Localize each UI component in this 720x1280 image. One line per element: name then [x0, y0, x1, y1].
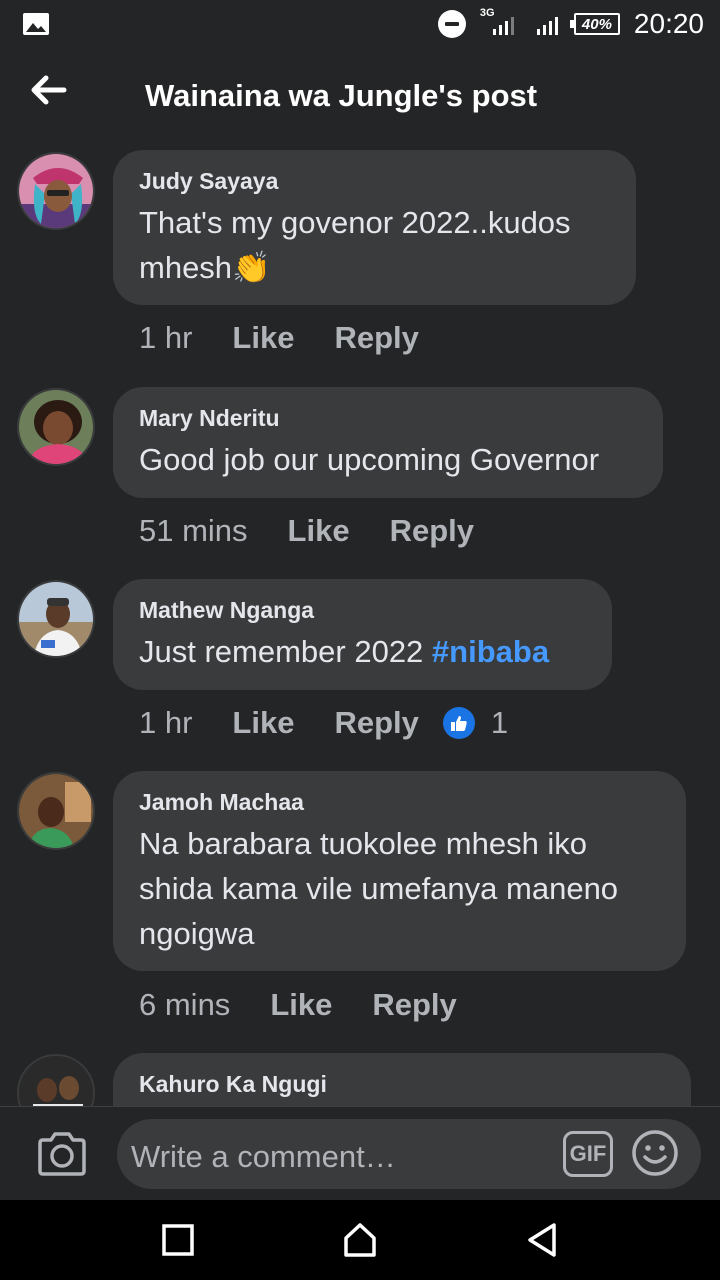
comment-bubble[interactable]: Judy Sayaya That's my govenor 2022..kudo…	[113, 150, 636, 305]
comment-time: 6 mins	[139, 987, 231, 1022]
comment-bubble[interactable]: Jamoh Machaa Na barabara tuokolee mhesh …	[113, 771, 686, 971]
signal-strength-icon	[530, 9, 560, 39]
comment-actions: 51 mins Like Reply	[139, 513, 474, 549]
reply-button[interactable]: Reply	[372, 987, 456, 1023]
comment-author[interactable]: Mathew Nganga	[139, 597, 586, 623]
comment-actions: 6 mins Like Reply	[139, 987, 457, 1023]
avatar[interactable]	[17, 388, 95, 466]
comment-actions: 1 hr Like Reply	[139, 320, 419, 356]
status-bar: 3G 40% 20:20	[0, 0, 720, 50]
avatar[interactable]	[17, 1054, 95, 1106]
comment-text: That's my govenor 2022..kudos mhesh👏	[139, 205, 571, 285]
comment-author[interactable]: Judy Sayaya	[139, 168, 610, 194]
back-arrow-icon[interactable]	[28, 74, 68, 106]
comments-list: Judy Sayaya That's my govenor 2022..kudo…	[0, 140, 720, 1106]
mobile-signal-3g-icon: 3G	[480, 7, 516, 39]
clock: 20:20	[633, 8, 704, 39]
battery-indicator: 40%	[569, 13, 620, 35]
comment-time: 1 hr	[139, 320, 193, 355]
like-button[interactable]: Like	[270, 987, 332, 1023]
comment-bubble[interactable]: Mathew Nganga Just remember 2022 #nibaba	[113, 579, 612, 690]
system-navigation-bar	[0, 1200, 720, 1280]
comment-text: Just remember 2022 #nibaba	[139, 634, 550, 669]
reply-button[interactable]: Reply	[334, 320, 418, 356]
comment-bubble[interactable]: Mary Nderitu Good job our upcoming Gover…	[113, 387, 663, 498]
hashtag-link[interactable]: #nibaba	[432, 634, 549, 669]
like-button[interactable]: Like	[232, 320, 294, 356]
like-button[interactable]: Like	[288, 513, 350, 549]
home-icon[interactable]	[342, 1222, 378, 1258]
reaction-summary[interactable]: 1	[442, 705, 509, 741]
reply-button[interactable]: Reply	[390, 513, 474, 549]
comment-actions: 1 hr Like Reply 1	[139, 705, 508, 741]
emoji-smiley-icon[interactable]	[631, 1129, 679, 1177]
comment-input-placeholder: Write a comment…	[131, 1139, 396, 1174]
comment-text: Na barabara tuokolee mhesh iko shida kam…	[139, 826, 619, 951]
back-nav-icon[interactable]	[524, 1222, 560, 1258]
reply-button[interactable]: Reply	[334, 705, 418, 741]
comment-author[interactable]: Kahuro Ka Ngugi	[139, 1071, 665, 1097]
do-not-disturb-icon	[437, 10, 466, 38]
comment-time: 51 mins	[139, 513, 248, 548]
avatar[interactable]	[17, 772, 95, 850]
comment-time: 1 hr	[139, 705, 193, 740]
comment-text: Good job our upcoming Governor	[139, 442, 600, 477]
recent-apps-icon[interactable]	[160, 1222, 196, 1258]
camera-icon[interactable]	[36, 1131, 88, 1177]
clapping-hands-emoji: 👏	[232, 250, 271, 285]
avatar[interactable]	[17, 152, 95, 230]
like-button[interactable]: Like	[232, 705, 294, 741]
gif-button[interactable]: GIF	[563, 1131, 613, 1177]
app-header: Wainaina wa Jungle's post	[0, 56, 720, 140]
comment-composer: Write a comment… GIF	[0, 1106, 720, 1200]
thumbs-up-icon	[442, 707, 475, 739]
avatar[interactable]	[17, 580, 95, 658]
page-title: Wainaina wa Jungle's post	[145, 78, 538, 113]
gallery-notification-icon	[23, 13, 49, 35]
comment-bubble[interactable]: Kahuro Ka Ngugi	[113, 1053, 691, 1106]
comment-author[interactable]: Mary Nderitu	[139, 405, 637, 431]
comment-author[interactable]: Jamoh Machaa	[139, 789, 660, 815]
reaction-count: 1	[490, 705, 509, 740]
comment-input[interactable]: Write a comment… GIF	[117, 1119, 701, 1189]
